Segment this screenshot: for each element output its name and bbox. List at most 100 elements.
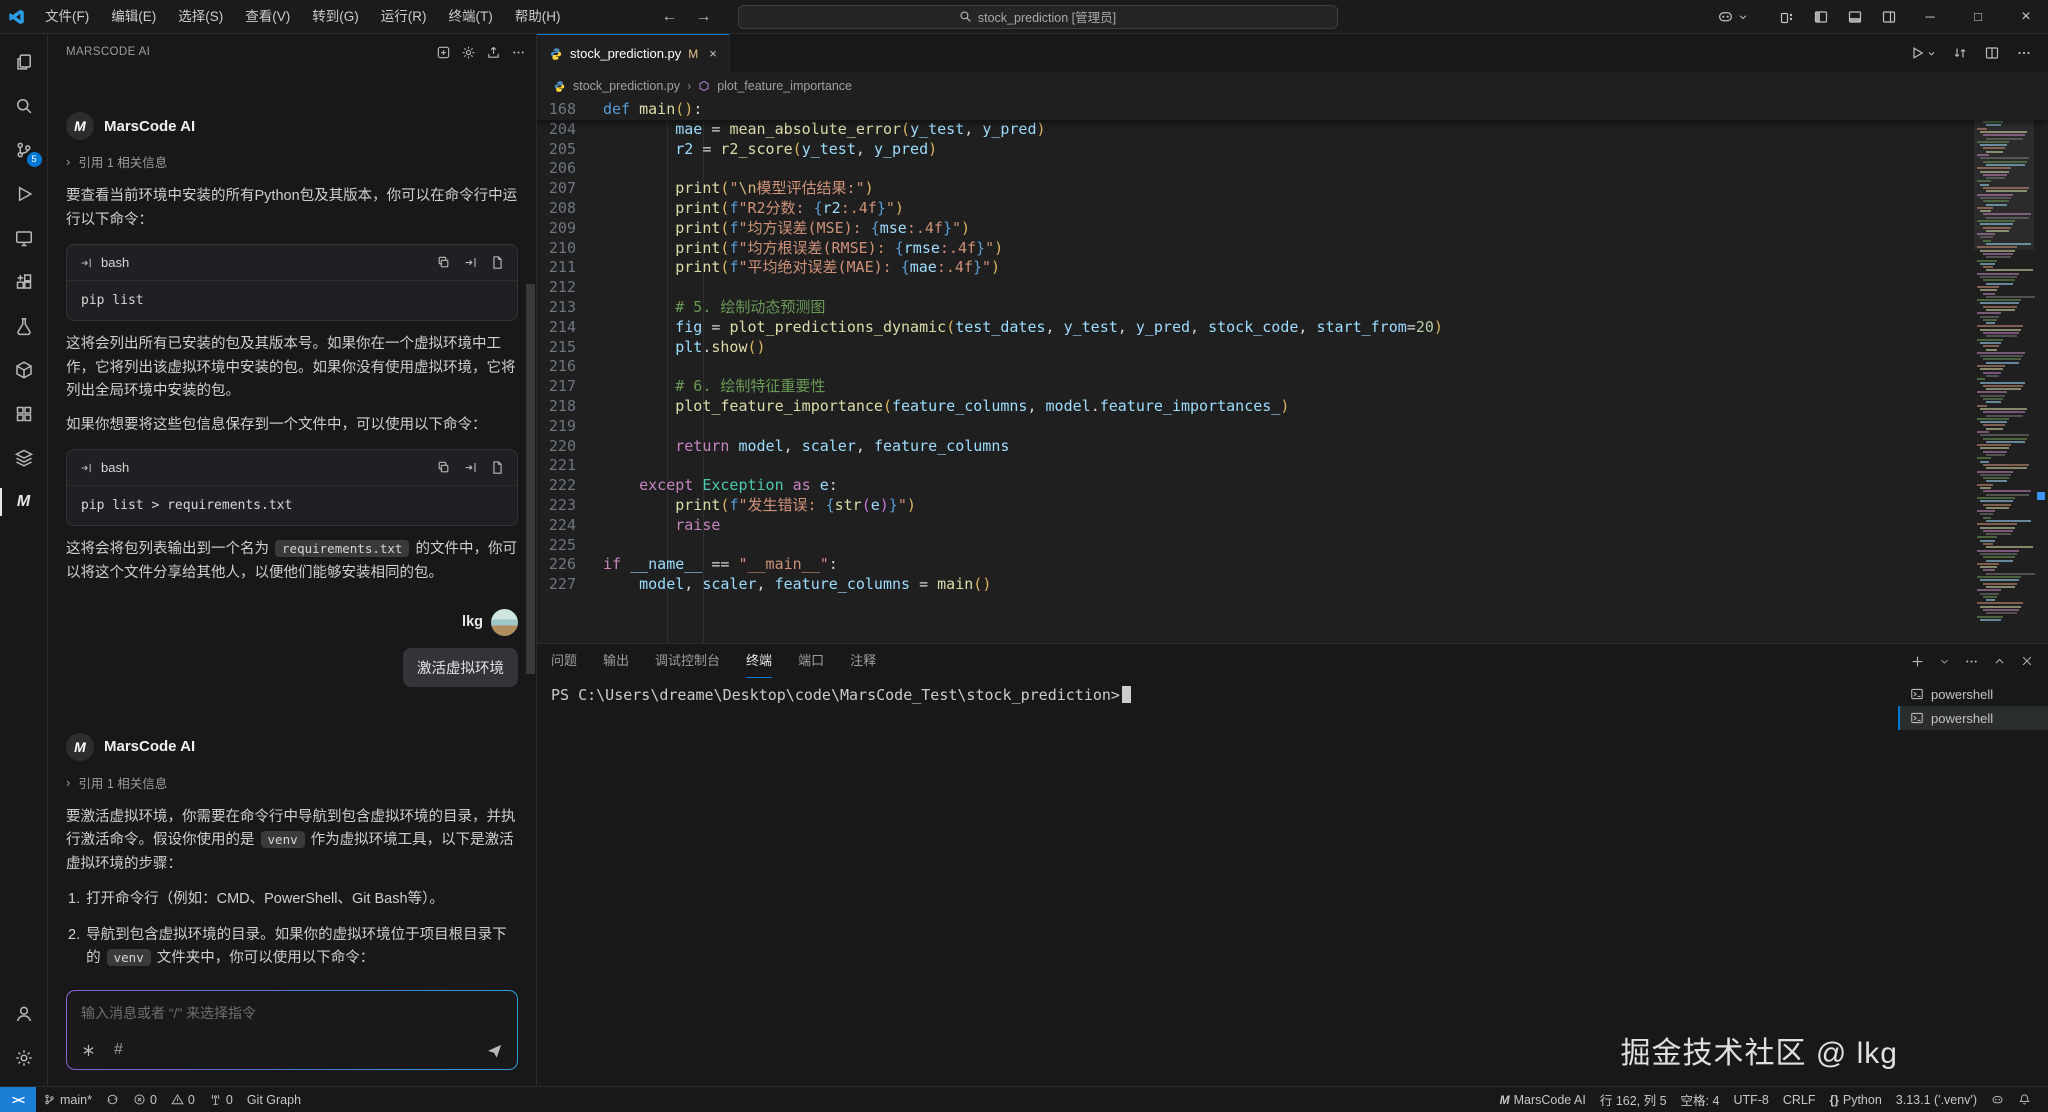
command-center-search[interactable]: stock_prediction [管理员] (738, 5, 1338, 29)
code-line[interactable]: 217 # 6. 绘制特征重要性 (537, 377, 2048, 397)
panel-tab-输出[interactable]: 输出 (603, 645, 629, 678)
nav-forward-icon[interactable]: → (696, 8, 712, 26)
status-item[interactable] (1984, 1087, 2011, 1112)
menu-item[interactable]: 编辑(E) (100, 0, 167, 33)
panel-tab-终端[interactable]: 终端 (746, 645, 772, 678)
menu-item[interactable]: 文件(F) (34, 0, 100, 33)
code-line[interactable]: 222 except Exception as e: (537, 476, 2048, 496)
run-dropdown-icon[interactable] (1927, 49, 1936, 58)
menu-item[interactable]: 帮助(H) (504, 0, 572, 33)
customize-layout-icon[interactable] (1772, 4, 1802, 30)
activity-item-layers[interactable] (0, 436, 48, 480)
more-icon[interactable] (511, 45, 526, 60)
breadcrumb[interactable]: stock_prediction.py › plot_feature_impor… (537, 72, 2048, 100)
activity-item-apps[interactable] (0, 392, 48, 436)
activity-item-package[interactable] (0, 348, 48, 392)
code-line[interactable]: 204 mae = mean_absolute_error(y_test, y_… (537, 120, 2048, 140)
menu-item[interactable]: 终端(T) (438, 0, 504, 33)
close-button[interactable]: × (2004, 0, 2048, 33)
insert-at-cursor-icon[interactable] (463, 460, 478, 475)
copy-icon[interactable] (436, 255, 451, 270)
sticky-code-line[interactable]: 168def main(): (537, 100, 2048, 120)
code-line[interactable]: 221 (537, 456, 2048, 476)
code-line[interactable]: 219 (537, 417, 2048, 437)
status-item[interactable]: {}Python (1823, 1087, 1889, 1112)
new-file-icon[interactable] (490, 460, 505, 475)
activity-item-testing[interactable] (0, 304, 48, 348)
status-item[interactable]: 行 162, 列 5 (1593, 1087, 1674, 1112)
menu-item[interactable]: 运行(R) (370, 0, 438, 33)
panel-tab-调试控制台[interactable]: 调试控制台 (655, 645, 720, 678)
status-item[interactable]: 3.13.1 ('.venv') (1889, 1087, 1984, 1112)
chevron-down-icon[interactable] (1736, 4, 1750, 30)
activity-item-source-control[interactable]: 5 (0, 128, 48, 172)
status-item[interactable]: 0 (126, 1087, 164, 1112)
send-icon[interactable] (486, 1042, 503, 1059)
reference-toggle[interactable]: › 引用 1 相关信息 (66, 773, 518, 792)
status-item[interactable]: UTF-8 (1726, 1087, 1775, 1112)
toggle-sidebar-icon[interactable] (1806, 4, 1836, 30)
editor-more-icon[interactable] (2016, 45, 2032, 61)
activity-item-extensions[interactable] (0, 260, 48, 304)
editor-scrollbar[interactable] (2034, 100, 2048, 643)
code-line[interactable]: 220 return model, scaler, feature_column… (537, 437, 2048, 457)
sticky-scroll-line[interactable]: 168def main(): (537, 100, 2048, 120)
activity-item-explorer[interactable] (0, 40, 48, 84)
new-chat-icon[interactable] (436, 45, 451, 60)
close-panel-icon[interactable] (2020, 654, 2034, 668)
activity-item-search[interactable] (0, 84, 48, 128)
new-file-icon[interactable] (490, 255, 505, 270)
terminal-instance[interactable]: powershell (1898, 706, 2048, 730)
code-line[interactable]: 226if __name__ == "__main__": (537, 555, 2048, 575)
run-python-icon[interactable] (1909, 45, 1925, 61)
toggle-secondary-sidebar-icon[interactable] (1874, 4, 1904, 30)
code-line[interactable]: 216 (537, 357, 2048, 377)
commands-sparkle-icon[interactable] (81, 1043, 96, 1058)
code-line[interactable]: 218 plot_feature_importance(feature_colu… (537, 397, 2048, 417)
minimize-button[interactable]: ─ (1908, 0, 1952, 33)
status-item[interactable]: 0 (164, 1087, 202, 1112)
nav-back-icon[interactable]: ← (662, 8, 678, 26)
remote-indicator[interactable]: >< (0, 1087, 36, 1112)
code-line[interactable]: 227 model, scaler, feature_columns = mai… (537, 575, 2048, 595)
minimap[interactable] (1974, 100, 2034, 643)
status-item[interactable] (2011, 1087, 2038, 1112)
status-item[interactable]: Git Graph (240, 1087, 308, 1112)
code-line[interactable]: 215 plt.show() (537, 338, 2048, 358)
panel-more-icon[interactable] (1964, 654, 1979, 669)
panel-tab-注释[interactable]: 注释 (850, 645, 876, 678)
compare-changes-icon[interactable] (1952, 45, 1968, 61)
status-item[interactable]: CRLF (1776, 1087, 1823, 1112)
menu-item[interactable]: 查看(V) (234, 0, 301, 33)
status-item[interactable] (99, 1087, 126, 1112)
menu-item[interactable]: 选择(S) (167, 0, 234, 33)
code-line[interactable]: 213 # 5. 绘制动态预测图 (537, 298, 2048, 318)
toggle-panel-icon[interactable] (1840, 4, 1870, 30)
new-terminal-icon[interactable] (1910, 654, 1925, 669)
code-line[interactable]: 207 print("\n模型评估结果:") (537, 179, 2048, 199)
insert-at-cursor-icon[interactable] (463, 255, 478, 270)
sidebar-scrollbar[interactable] (526, 284, 535, 674)
code-line[interactable]: 211 print(f"平均绝对误差(MAE): {mae:.4f}") (537, 258, 2048, 278)
status-item[interactable]: 0 (202, 1087, 240, 1112)
copy-icon[interactable] (436, 460, 451, 475)
status-item[interactable]: MMarsCode AI (1493, 1087, 1593, 1112)
status-item[interactable]: main* (36, 1087, 99, 1112)
activity-item-remote-explorer[interactable] (0, 216, 48, 260)
terminal-output[interactable]: PS C:\Users\dreame\Desktop\code\MarsCode… (537, 678, 1898, 1086)
code-line[interactable]: 210 print(f"均方根误差(RMSE): {rmse:.4f}") (537, 239, 2048, 259)
account-button[interactable] (0, 992, 48, 1036)
maximize-panel-icon[interactable] (1993, 655, 2006, 668)
code-line[interactable]: 225 (537, 536, 2048, 556)
activity-item-marscode-ai[interactable]: M (0, 480, 48, 524)
code-line[interactable]: 224 raise (537, 516, 2048, 536)
code-line[interactable]: 212 (537, 278, 2048, 298)
terminal-instance[interactable]: powershell (1898, 682, 2048, 706)
code-line[interactable]: 223 print(f"发生错误: {str(e)}") (537, 496, 2048, 516)
panel-tab-问题[interactable]: 问题 (551, 645, 577, 678)
tab-close-icon[interactable]: × (709, 46, 717, 61)
chat-input[interactable]: 输入消息或者 “/” 来选择指令 # (67, 991, 517, 1069)
breadcrumb-file[interactable]: stock_prediction.py (573, 79, 680, 93)
split-editor-icon[interactable] (1984, 45, 2000, 61)
reference-toggle[interactable]: › 引用 1 相关信息 (66, 152, 518, 171)
